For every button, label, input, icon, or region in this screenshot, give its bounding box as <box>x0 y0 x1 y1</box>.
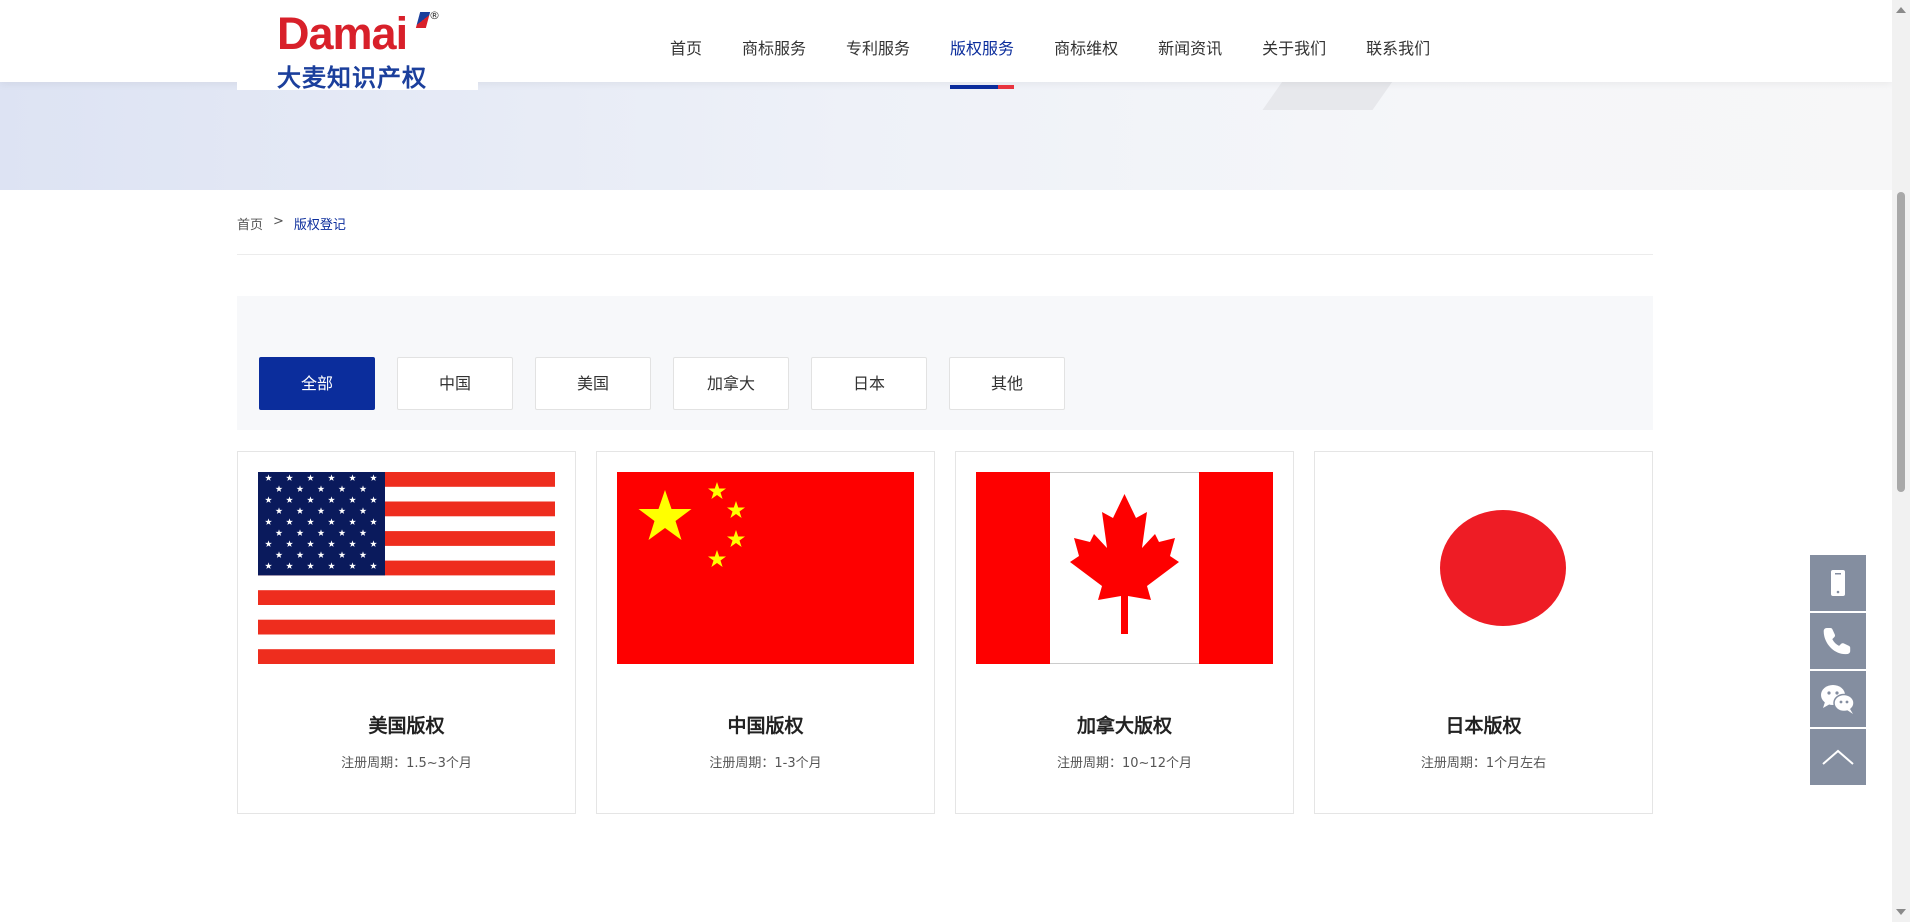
nav-item-about[interactable]: 关于我们 <box>1242 0 1346 82</box>
canada-flag <box>976 472 1273 664</box>
nav-item-contact[interactable]: 联系我们 <box>1346 0 1450 82</box>
page-scrollbar[interactable] <box>1892 0 1910 922</box>
card-title: 美国版权 <box>368 715 445 737</box>
tab-japan[interactable]: 日本 <box>811 357 927 410</box>
nav-item-trademark[interactable]: 商标服务 <box>722 0 826 82</box>
card-title: 日本版权 <box>1445 715 1522 737</box>
nav-item-patent[interactable]: 专利服务 <box>826 0 930 82</box>
card-title: 中国版权 <box>727 715 804 737</box>
china-flag <box>617 472 914 664</box>
breadcrumb-divider <box>237 254 1653 255</box>
wechat-button[interactable] <box>1810 671 1866 727</box>
phone-button[interactable] <box>1810 613 1866 669</box>
scroll-up-icon[interactable] <box>1896 7 1906 13</box>
service-cards: 美国版权 注册周期：1.5~3个月 中国版权 注册周期：1-3个月 加拿大版权 … <box>237 451 1653 814</box>
floating-toolbar <box>1810 555 1866 787</box>
nav-item-home[interactable]: 首页 <box>650 0 722 82</box>
page: Damai ® 大麦知识产权 首页 商标服务 专利服务 版权服务 商标维权 新闻… <box>0 0 1910 922</box>
tab-canada[interactable]: 加拿大 <box>673 357 789 410</box>
scrollbar-thumb[interactable] <box>1897 192 1905 492</box>
filter-tabs: 全部 中国 美国 加拿大 日本 其他 <box>259 357 1065 410</box>
card-japan-copyright[interactable]: 日本版权 注册周期：1个月左右 <box>1314 451 1653 814</box>
japan-flag <box>1335 472 1632 664</box>
card-subtitle: 注册周期：10~12个月 <box>1057 756 1192 771</box>
back-to-top-icon <box>1822 749 1854 765</box>
nav-item-news[interactable]: 新闻资讯 <box>1138 0 1242 82</box>
logo-latin-text: Damai <box>277 8 408 59</box>
scroll-down-icon[interactable] <box>1896 909 1906 915</box>
tab-usa[interactable]: 美国 <box>535 357 651 410</box>
breadcrumb-home[interactable]: 首页 <box>237 214 263 233</box>
logo-chinese-text: 大麦知识产权 <box>277 64 427 92</box>
us-flag <box>258 472 555 664</box>
phone-icon <box>1823 628 1851 655</box>
logo-registered-mark: ® <box>429 9 440 22</box>
back-to-top-button[interactable] <box>1810 729 1866 785</box>
main-nav: 首页 商标服务 专利服务 版权服务 商标维权 新闻资讯 关于我们 联系我们 <box>650 0 1450 89</box>
breadcrumb: 首页 > 版权登记 <box>237 214 346 233</box>
logo[interactable]: Damai ® 大麦知识产权 <box>237 0 478 92</box>
mobile-button[interactable] <box>1810 555 1866 611</box>
card-subtitle: 注册周期：1-3个月 <box>709 756 822 771</box>
breadcrumb-current[interactable]: 版权登记 <box>294 214 346 233</box>
logo-mark-icon <box>415 12 431 28</box>
nav-item-copyright[interactable]: 版权服务 <box>930 0 1034 89</box>
card-us-copyright[interactable]: 美国版权 注册周期：1.5~3个月 <box>237 451 576 814</box>
card-china-copyright[interactable]: 中国版权 注册周期：1-3个月 <box>596 451 935 814</box>
card-canada-copyright[interactable]: 加拿大版权 注册周期：10~12个月 <box>955 451 1294 814</box>
card-title: 加拿大版权 <box>1076 715 1172 737</box>
mobile-icon <box>1831 570 1845 596</box>
breadcrumb-separator: > <box>273 214 284 229</box>
country-filter: 全部 中国 美国 加拿大 日本 其他 <box>237 296 1653 430</box>
tab-other[interactable]: 其他 <box>949 357 1065 410</box>
tab-all[interactable]: 全部 <box>259 357 375 410</box>
card-subtitle: 注册周期：1个月左右 <box>1420 756 1547 771</box>
site-header: Damai ® 大麦知识产权 首页 商标服务 专利服务 版权服务 商标维权 新闻… <box>0 0 1892 92</box>
card-subtitle: 注册周期：1.5~3个月 <box>341 756 472 771</box>
nav-item-trademark-rights[interactable]: 商标维权 <box>1034 0 1138 82</box>
tab-china[interactable]: 中国 <box>397 357 513 410</box>
wechat-icon <box>1821 685 1855 714</box>
